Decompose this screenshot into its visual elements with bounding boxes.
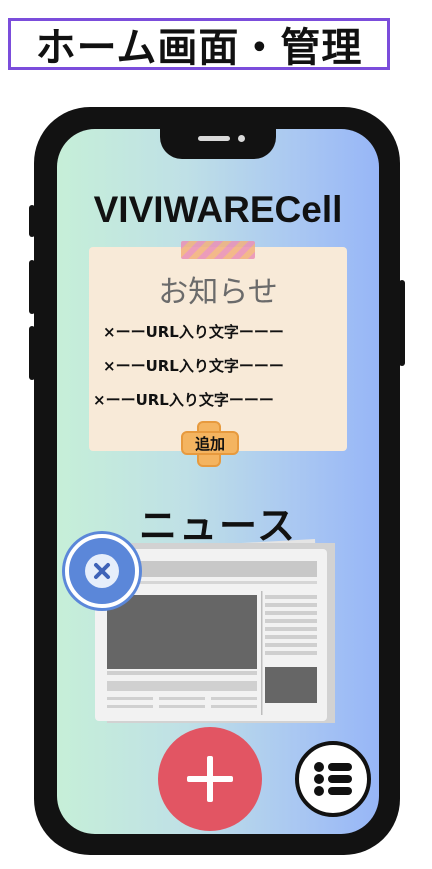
add-fab-button[interactable] [158,727,262,831]
phone-side-button-mute [29,205,35,237]
plus-icon [187,756,233,802]
app-title: VIVIWARECell [93,189,343,230]
speaker-grille [198,136,230,141]
washi-tape-decoration [181,241,255,259]
page-title: ホーム画面・管理 [8,18,390,71]
front-camera [238,135,245,142]
phone-notch [160,129,276,159]
list-menu-icon [314,762,352,796]
notice-item-link[interactable]: ×ーーURL入り文字ーーー [103,355,284,376]
notice-card: お知らせ ×ーーURL入り文字ーーー ×ーーURL入り文字ーーー ×ーーURL入… [89,241,347,467]
add-notice-button[interactable]: 追加 [181,421,239,467]
close-icon [85,554,119,588]
menu-button[interactable] [295,741,371,817]
notice-item-link[interactable]: ×ーーURL入り文字ーーー [93,389,274,410]
notice-item-link[interactable]: ×ーーURL入り文字ーーー [103,321,284,342]
phone-screen: VIVIWARECell お知らせ ×ーーURL入り文字ーーー ×ーーURL入り… [57,129,379,834]
phone-side-button-volume-down [29,326,35,380]
notice-title: お知らせ [158,275,278,310]
phone-side-button-power [399,280,405,366]
add-notice-label: 追加 [194,435,225,453]
phone-side-button-volume-up [29,260,35,314]
close-button[interactable] [65,534,139,608]
